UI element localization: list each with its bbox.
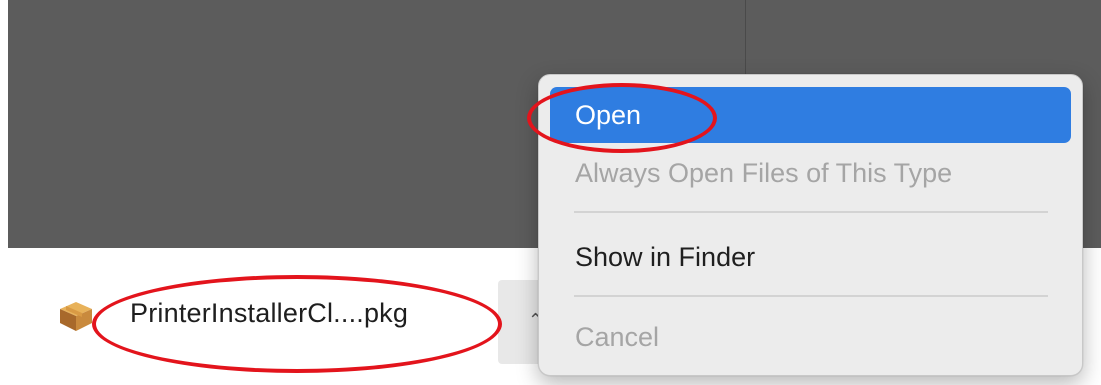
menu-item-always-open-files-of-this-type: Always Open Files of This Type (575, 158, 953, 188)
screenshot-root: PrinterInstallerCl....pkg ⌃ Open Always … (0, 0, 1101, 385)
menu-item-show-in-finder[interactable]: Show in Finder (550, 229, 1071, 285)
menu-item-open[interactable]: Open (550, 87, 1071, 143)
download-item[interactable]: PrinterInstallerCl....pkg (40, 276, 510, 356)
menu-separator (574, 211, 1048, 213)
download-file-name: PrinterInstallerCl....pkg (130, 298, 409, 328)
menu-separator (574, 295, 1048, 297)
download-context-menu: Open Always Open Files of This Type Show… (538, 74, 1083, 376)
package-box-icon (58, 300, 94, 332)
menu-item-cancel: Cancel (575, 322, 660, 352)
